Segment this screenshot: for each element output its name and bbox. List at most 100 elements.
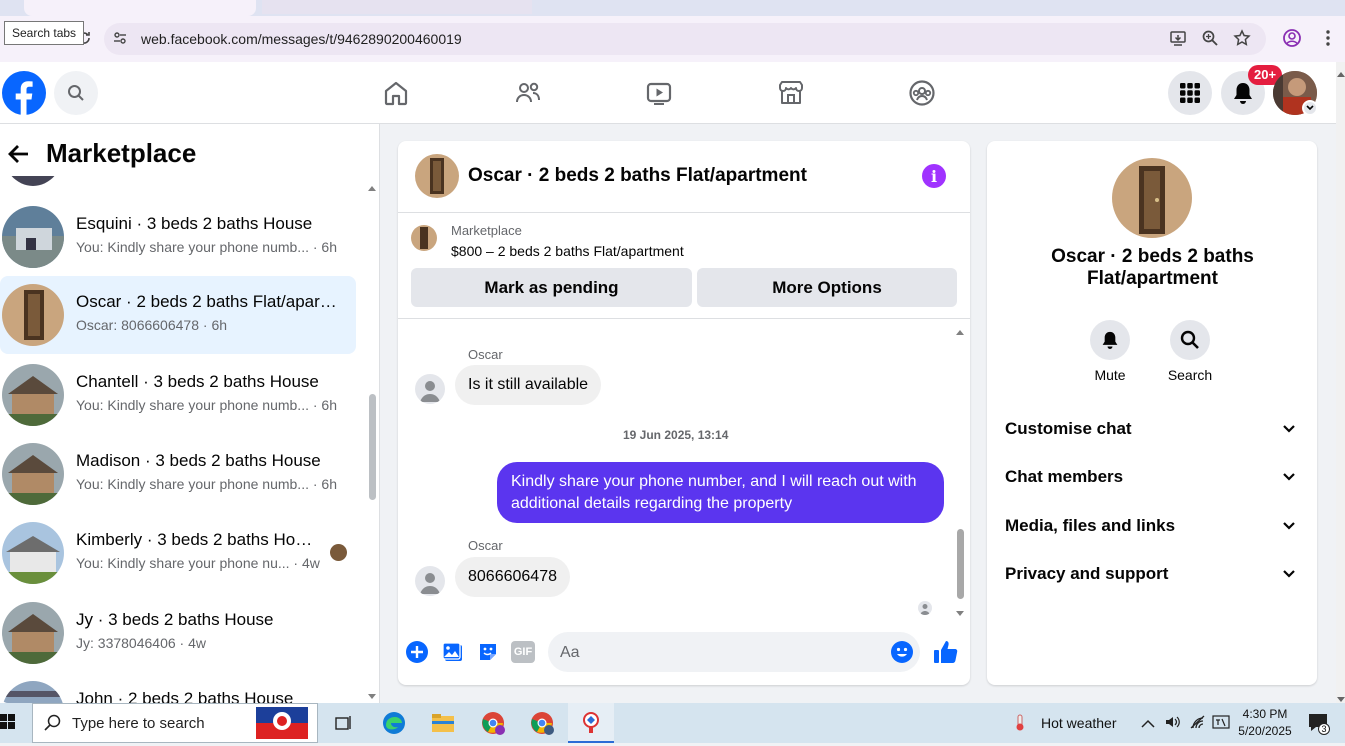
info-listing-name: Oscar · 2 beds 2 baths Flat/apartment [1051,246,1254,289]
page-scroll-up-icon[interactable] [1337,64,1345,82]
nav-video[interactable] [629,70,689,116]
scroll-up-arrow-icon[interactable] [367,179,377,197]
chrome-icon[interactable] [524,706,560,740]
chat-scroll-down-icon[interactable] [955,605,965,623]
bookmark-star-icon[interactable] [1230,26,1254,50]
mute-button[interactable] [1090,320,1130,360]
page-scrollbar[interactable] [1336,62,1345,703]
search-tabs-tooltip: Search tabs [4,21,85,45]
conversation-name: John · 2 beds 2 baths House [76,689,294,703]
chrome-profile-icon[interactable] [475,706,511,740]
conversation-item-john[interactable]: John · 2 beds 2 baths House [0,673,356,703]
chevron-down-icon [1282,409,1296,449]
mark-as-pending-button[interactable]: Mark as pending [411,268,692,307]
chat-title[interactable]: Oscar · 2 beds 2 baths Flat/apartment [468,165,807,187]
conversation-preview: You: Kindly share your phone numb... · 6… [76,397,337,413]
zoom-icon[interactable] [1198,26,1222,50]
nav-home[interactable] [366,70,426,116]
taskbar-clock[interactable]: 4:30 PM 5/20/2025 [1230,706,1300,740]
back-arrow-icon[interactable] [6,141,32,167]
url-text: web.facebook.com/messages/t/946289020046… [141,31,462,47]
conversation-preview: Jy: 3378046406 · 4w [76,635,206,651]
edge-icon[interactable] [376,706,412,740]
emoji-icon[interactable] [890,640,914,664]
account-chevron-icon[interactable] [1302,100,1318,116]
conversation-item-jy[interactable]: Jy · 3 beds 2 baths House Jy: 3378046406… [0,594,356,672]
incoming-message[interactable]: 8066606478 [455,557,570,597]
sender-avatar-icon[interactable] [415,566,445,596]
message-sender: Oscar [468,538,503,553]
conversation-name: Jy · 3 beds 2 baths House [76,610,274,629]
more-options-button[interactable]: More Options [697,268,957,307]
bell-icon [1234,83,1252,104]
notification-center-icon[interactable]: 3 [1308,713,1330,735]
section-chat-members[interactable]: Chat members [1005,457,1300,497]
conversation-name: Esquini · 3 beds 2 baths House [76,214,313,233]
nav-marketplace[interactable] [761,70,821,116]
file-explorer-icon[interactable] [425,706,461,740]
section-media-files-links[interactable]: Media, files and links [1005,506,1300,546]
inactive-tab[interactable] [262,0,532,14]
bell-icon [1102,331,1118,349]
conversation-item-madison[interactable]: Madison · 3 beds 2 baths House You: Kind… [0,435,356,513]
windows-start-icon[interactable] [0,714,16,730]
active-app-icon[interactable] [568,703,614,743]
listing-source: Marketplace [451,223,522,238]
gif-icon[interactable]: GIF [511,641,535,663]
weather-text[interactable]: Hot weather [1041,715,1116,731]
sender-avatar-icon[interactable] [415,374,445,404]
notification-count: 3 [1318,723,1330,735]
like-thumb-icon[interactable] [932,638,960,666]
search-in-chat-button[interactable] [1170,320,1210,360]
seen-avatar [330,544,347,561]
incoming-message[interactable]: Is it still available [455,365,602,405]
photo-icon[interactable] [441,640,465,664]
sticker-icon[interactable] [476,640,500,664]
chevron-down-icon [1282,554,1296,594]
conversation-item-kimberly[interactable]: Kimberly · 3 beds 2 baths Hou... You: Ki… [0,514,356,592]
section-customise-chat[interactable]: Customise chat [1005,409,1300,449]
site-settings-icon[interactable] [108,26,132,50]
message-input[interactable] [548,632,920,672]
network-icon[interactable] [1190,715,1206,734]
browser-menu-icon[interactable] [1316,26,1340,50]
search-highlight-icon[interactable] [256,705,308,741]
nav-friends[interactable] [498,70,558,116]
section-privacy-support[interactable]: Privacy and support [1005,554,1300,594]
conversation-preview: You: Kindly share your phone numb... · 6… [76,239,337,255]
nav-groups[interactable] [892,70,952,116]
conversation-name: Madison · 3 beds 2 baths House [76,451,321,470]
home-icon [384,81,408,106]
volume-icon[interactable] [1165,715,1181,734]
active-tab[interactable] [24,0,256,16]
listing-detail[interactable]: $800 – 2 beds 2 baths Flat/apartment [451,243,684,259]
conversation-item-chantell[interactable]: Chantell · 3 beds 2 baths House You: Kin… [0,356,356,434]
outgoing-message[interactable]: Kindly share your phone number, and I wi… [497,462,944,523]
conversation-item-oscar[interactable]: Oscar · 2 beds 2 baths Flat/apart... Osc… [0,276,356,354]
chat-scrollbar[interactable] [957,529,964,599]
chat-listing-avatar[interactable] [415,154,459,198]
conversation-preview: You: Kindly share your phone nu... · 4w [76,555,320,571]
install-app-icon[interactable] [1166,26,1190,50]
listing-thumbnail [2,602,64,664]
language-icon[interactable] [1212,715,1230,734]
chat-scroll-up-icon[interactable] [955,323,965,341]
left-panel-scrollbar[interactable] [369,394,376,500]
fb-search-button[interactable] [54,71,98,115]
conversation-item-esquini[interactable]: Esquini · 3 beds 2 baths House You: Kind… [0,198,356,276]
listing-thumbnail [2,364,64,426]
info-listing-avatar[interactable] [1112,158,1192,238]
profile-icon[interactable] [1280,26,1304,50]
tray-chevron-up-icon[interactable] [1141,716,1155,734]
info-icon[interactable]: i [922,164,946,188]
listing-thumbnail [2,681,64,703]
menu-button[interactable] [1168,71,1212,115]
weather-thermometer-icon[interactable] [1012,714,1028,732]
facebook-logo-icon[interactable] [2,71,46,115]
listing-thumbnail [2,284,64,346]
listing-thumbnail [2,522,64,584]
plus-icon[interactable] [405,640,429,664]
task-view-icon[interactable] [326,706,362,740]
friends-icon [516,82,540,103]
conversation-name: Oscar · 2 beds 2 baths Flat/apart... [76,292,338,311]
